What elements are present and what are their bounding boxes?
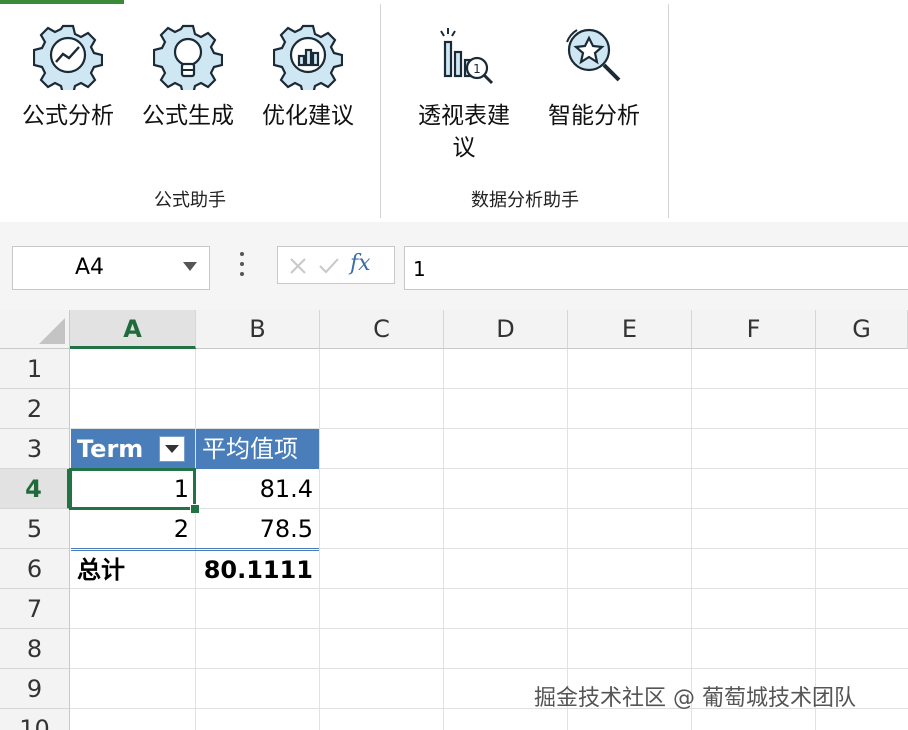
fill-handle[interactable] <box>190 504 200 514</box>
column-header-d[interactable]: D <box>444 310 568 349</box>
formula-input[interactable]: 1 <box>404 246 908 290</box>
gear-chart-icon <box>33 24 103 90</box>
column-header-f[interactable]: F <box>692 310 816 349</box>
star-search-icon <box>566 28 621 82</box>
cell-a5[interactable]: 2 <box>71 509 195 549</box>
formula-bar: A4 fx 1 <box>0 222 908 310</box>
pivot-suggestion-label-line2: 议 <box>452 135 476 161</box>
ribbon-group-data-analysis: 1 透视表建 议 智能分析 数据分析助手 <box>382 4 669 218</box>
name-box[interactable]: A4 <box>12 246 210 290</box>
chevron-down-icon[interactable] <box>183 262 197 271</box>
cell-b4[interactable]: 81.4 <box>196 469 319 509</box>
insert-function-icon[interactable]: fx <box>350 251 371 276</box>
optimize-suggestion-button[interactable]: 优化建议 <box>262 20 354 132</box>
optimize-suggestion-label: 优化建议 <box>262 103 354 129</box>
pivot-suggestion-label-line1: 透视表建 <box>418 103 510 129</box>
formula-analysis-label: 公式分析 <box>22 103 114 129</box>
cancel-icon[interactable] <box>288 256 308 276</box>
ribbon: 公式分析 公式生成 优化建议 公式助手 1 透视表建 议 智能分析 数据分析助手 <box>0 4 908 223</box>
spreadsheet-grid[interactable]: A B C D E F G 1 2 3 4 5 6 7 8 9 10 Term … <box>0 310 908 730</box>
ribbon-group-label: 公式助手 <box>154 190 226 211</box>
formula-analysis-button[interactable]: 公式分析 <box>22 20 114 132</box>
formula-generate-label: 公式生成 <box>142 103 234 129</box>
formula-value: 1 <box>413 257 426 281</box>
row-header-4[interactable]: 4 <box>0 469 70 509</box>
cell-a6-total-label[interactable]: 总计 <box>71 550 195 590</box>
confirm-icon[interactable] <box>318 256 340 276</box>
row-header-2[interactable]: 2 <box>0 389 70 429</box>
filter-dropdown-icon[interactable] <box>159 436 185 462</box>
row-header-7[interactable]: 7 <box>0 589 70 629</box>
row-header-5[interactable]: 5 <box>0 509 70 549</box>
pivot-search-icon: 1 <box>440 28 494 85</box>
row-header-9[interactable]: 9 <box>0 669 70 709</box>
watermark-text: 掘金技术社区 @ 葡萄城技术团队 <box>534 686 856 711</box>
active-cell-selection <box>69 468 196 510</box>
column-header-c[interactable]: C <box>320 310 444 349</box>
ribbon-group-label: 数据分析助手 <box>471 190 579 211</box>
row-header-6[interactable]: 6 <box>0 549 70 589</box>
row-header-1[interactable]: 1 <box>0 349 70 389</box>
ribbon-group-formula-assistant: 公式分析 公式生成 优化建议 公式助手 <box>0 4 381 218</box>
pivot-header-average[interactable]: 平均值项 <box>196 429 319 469</box>
column-header-g[interactable]: G <box>816 310 908 349</box>
gear-bars-icon <box>273 24 343 90</box>
formula-controls: fx <box>277 246 395 284</box>
gear-bulb-icon <box>153 24 223 90</box>
column-header-b[interactable]: B <box>196 310 320 349</box>
pivot-header-term-label: Term <box>77 435 144 463</box>
column-header-e[interactable]: E <box>568 310 692 349</box>
smart-analysis-button[interactable]: 智能分析 <box>548 20 640 132</box>
name-box-value: A4 <box>75 255 105 280</box>
more-options-icon[interactable] <box>238 252 246 286</box>
row-header-3[interactable]: 3 <box>0 429 70 469</box>
formula-generate-button[interactable]: 公式生成 <box>142 20 234 132</box>
row-header-10[interactable]: 10 <box>0 709 70 730</box>
cell-b5[interactable]: 78.5 <box>196 509 319 549</box>
smart-analysis-label: 智能分析 <box>548 103 640 129</box>
select-all-corner[interactable] <box>0 310 70 349</box>
column-header-a[interactable]: A <box>70 310 196 349</box>
row-header-8[interactable]: 8 <box>0 629 70 669</box>
cell-b6-total-value[interactable]: 80.1111 <box>196 550 319 590</box>
svg-text:1: 1 <box>473 62 481 76</box>
pivot-suggestion-button[interactable]: 1 透视表建 议 <box>418 20 510 164</box>
